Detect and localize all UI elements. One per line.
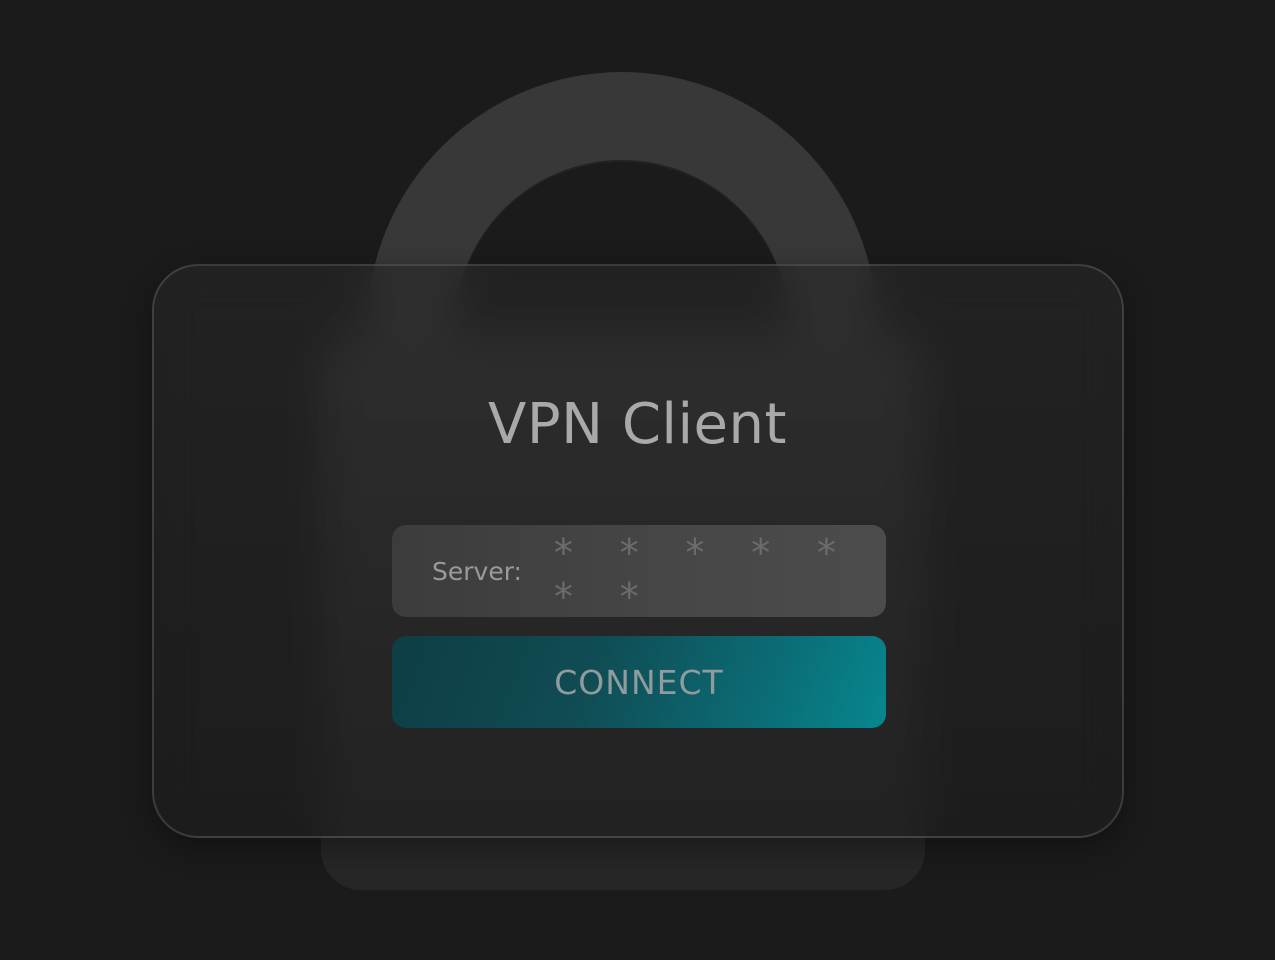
server-field[interactable]: Server: * * * * * * * [392, 523, 886, 619]
vpn-client-screen: VPN Client Server: * * * * * * * CONNECT [0, 0, 1275, 960]
server-input[interactable]: * * * * * * * [552, 523, 886, 619]
app-title: VPN Client [488, 392, 787, 457]
connect-button[interactable]: CONNECT [392, 636, 886, 728]
server-label: Server: [432, 556, 522, 586]
